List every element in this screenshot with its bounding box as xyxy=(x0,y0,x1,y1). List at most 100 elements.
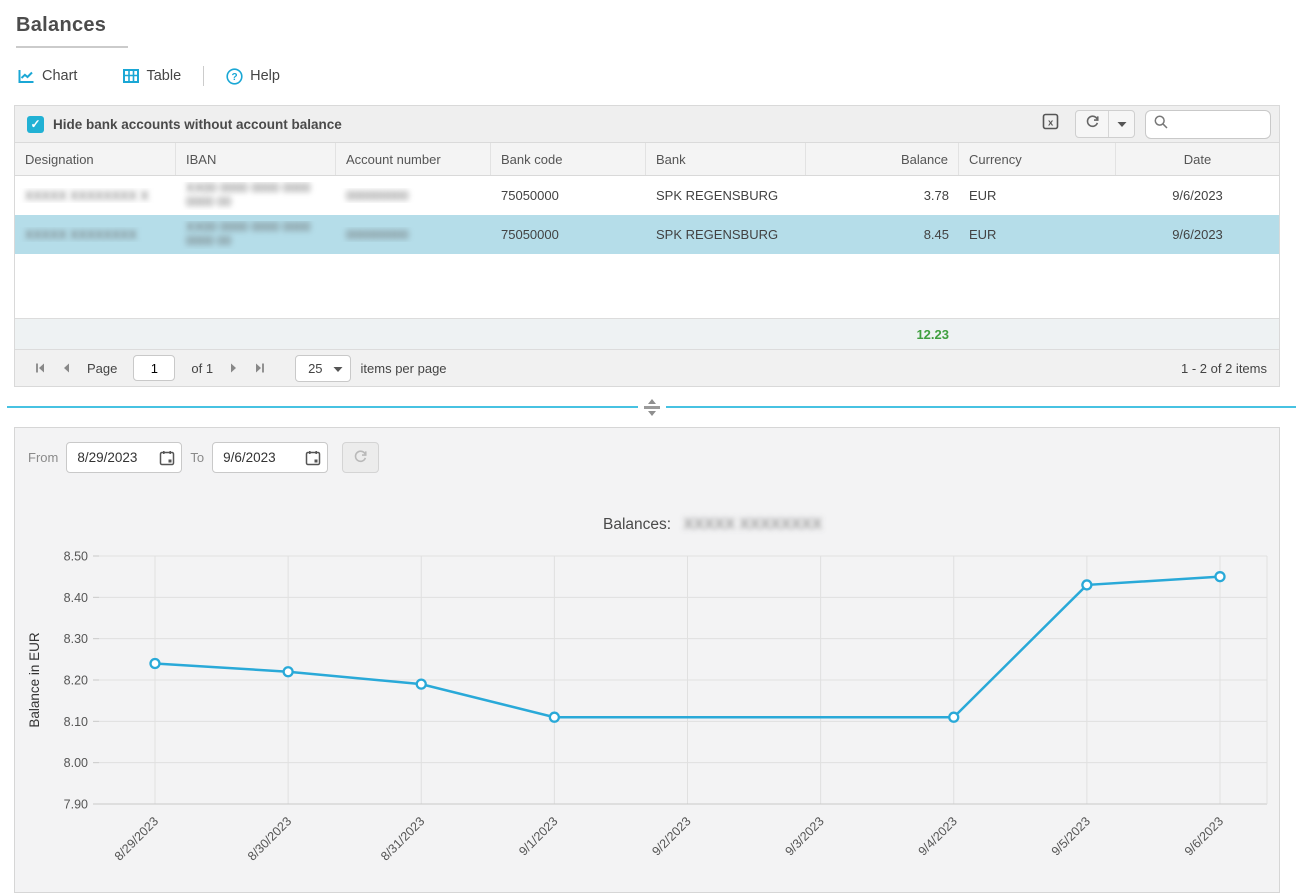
column-header-iban[interactable]: IBAN xyxy=(176,143,336,175)
chart-holder: 7.908.008.108.208.308.408.508/29/20238/3… xyxy=(15,483,1279,894)
calendar-icon[interactable] xyxy=(305,450,321,466)
splitter-grip-bar xyxy=(644,406,660,409)
designation-redacted: XXXXX XXXXXXXX X xyxy=(25,189,149,203)
refresh-split-button xyxy=(1075,110,1135,138)
page-number-input[interactable] xyxy=(133,355,175,381)
svg-text:9/3/2023: 9/3/2023 xyxy=(782,814,826,858)
balance-line-chart: 7.908.008.108.208.308.408.508/29/20238/3… xyxy=(15,483,1279,891)
bank-cell: SPK REGENSBURG xyxy=(646,227,806,242)
page-of-label: of 1 xyxy=(191,361,213,376)
from-date-field xyxy=(66,442,182,473)
balances-grid: ✓ Hide bank accounts without account bal… xyxy=(14,105,1280,387)
page-size-select[interactable]: 25 xyxy=(295,355,350,382)
balance-total: 12.23 xyxy=(806,327,959,342)
items-per-page-label: items per page xyxy=(361,361,447,376)
next-page-button[interactable] xyxy=(221,355,247,381)
title-underline xyxy=(16,46,128,48)
hide-accounts-checkbox[interactable]: ✓ xyxy=(27,116,44,133)
currency-cell: EUR xyxy=(959,188,1116,203)
export-excel-button[interactable]: x xyxy=(1035,110,1065,138)
svg-text:8.40: 8.40 xyxy=(64,591,88,605)
column-header-date[interactable]: Date xyxy=(1116,143,1279,175)
splitter-line-left xyxy=(7,406,638,408)
chart-line-icon xyxy=(18,69,35,84)
table-header-row: Designation IBAN Account number Bank cod… xyxy=(15,143,1279,176)
checkmark-icon: ✓ xyxy=(30,117,40,131)
previous-page-button[interactable] xyxy=(53,355,79,381)
calendar-icon[interactable] xyxy=(159,450,175,466)
sum-row: 12.23 xyxy=(15,318,1279,350)
svg-text:Balances: XXXXX XXXXXXXX: Balances: XXXXX XXXXXXXX xyxy=(603,516,823,533)
refresh-options-dropdown[interactable] xyxy=(1108,111,1134,137)
to-date-input[interactable] xyxy=(223,450,299,465)
svg-text:8.10: 8.10 xyxy=(64,715,88,729)
to-date-field xyxy=(212,442,328,473)
excel-export-icon: x xyxy=(1042,113,1059,135)
column-header-bank[interactable]: Bank xyxy=(646,143,806,175)
page-size-value: 25 xyxy=(308,361,322,376)
arrow-up-icon xyxy=(648,399,656,404)
iban-redacted: XX00 0000 0000 0000 xyxy=(186,182,310,195)
svg-text:9/6/2023: 9/6/2023 xyxy=(1182,814,1226,858)
svg-text:7.90: 7.90 xyxy=(64,798,88,812)
chevron-down-icon xyxy=(333,361,343,376)
account-number-redacted: 000000000 xyxy=(346,228,409,242)
balance-cell: 3.78 xyxy=(806,188,959,203)
view-tabs: Chart Table ? Help xyxy=(18,63,1280,89)
svg-text:9/1/2023: 9/1/2023 xyxy=(516,814,560,858)
account-number-redacted: 000000000 xyxy=(346,189,409,203)
to-label: To xyxy=(190,450,204,465)
column-header-account-number[interactable]: Account number xyxy=(336,143,491,175)
splitter-drag-handle[interactable] xyxy=(641,399,663,416)
column-header-balance[interactable]: Balance xyxy=(806,143,959,175)
svg-text:Balance in EUR: Balance in EUR xyxy=(27,632,42,728)
column-header-bank-code[interactable]: Bank code xyxy=(491,143,646,175)
pager-range-label: 1 - 2 of 2 items xyxy=(1181,361,1267,376)
tab-table-label: Table xyxy=(146,68,181,84)
refresh-icon xyxy=(353,449,368,467)
svg-text:8.20: 8.20 xyxy=(64,674,88,688)
tab-chart-label: Chart xyxy=(42,68,77,84)
table-row[interactable]: XXXXX XXXXXXXX X XX00 0000 0000 0000 000… xyxy=(15,176,1279,215)
first-page-button[interactable] xyxy=(27,355,53,381)
pager: Page of 1 25 items per page 1 - 2 of 2 i… xyxy=(15,350,1279,386)
table-grid-icon xyxy=(123,69,139,83)
iban-redacted: XX00 0000 0000 0000 xyxy=(186,221,310,234)
currency-cell: EUR xyxy=(959,227,1116,242)
column-header-currency[interactable]: Currency xyxy=(959,143,1116,175)
svg-text:9/4/2023: 9/4/2023 xyxy=(916,814,960,858)
tab-table[interactable]: Table xyxy=(123,68,181,84)
splitter-line-right xyxy=(666,406,1297,408)
refresh-grid-button[interactable] xyxy=(1076,111,1108,137)
panel-splitter xyxy=(7,387,1296,427)
svg-text:?: ? xyxy=(232,72,238,83)
help-icon: ? xyxy=(226,68,243,85)
table-row-selected[interactable]: XXXXX XXXXXXXX XX00 0000 0000 0000 0000 … xyxy=(15,215,1279,254)
column-header-designation[interactable]: Designation xyxy=(15,143,176,175)
date-range-toolbar: From To xyxy=(15,428,1279,473)
search-icon xyxy=(1154,115,1168,134)
svg-text:9/2/2023: 9/2/2023 xyxy=(649,814,693,858)
tab-help-label: Help xyxy=(250,68,280,84)
bank-code-cell: 75050000 xyxy=(491,188,646,203)
from-date-input[interactable] xyxy=(77,450,153,465)
svg-text:8.50: 8.50 xyxy=(64,550,88,564)
date-cell: 9/6/2023 xyxy=(1116,227,1279,242)
empty-rows-area xyxy=(15,254,1279,318)
svg-text:9/5/2023: 9/5/2023 xyxy=(1049,814,1093,858)
last-page-button[interactable] xyxy=(247,355,273,381)
bank-cell: SPK REGENSBURG xyxy=(646,188,806,203)
from-label: From xyxy=(28,450,58,465)
grid-search-box xyxy=(1145,110,1271,139)
page-label: Page xyxy=(87,361,117,376)
tab-chart[interactable]: Chart xyxy=(18,68,77,84)
tab-help[interactable]: ? Help xyxy=(226,68,280,85)
svg-text:8/30/2023: 8/30/2023 xyxy=(245,814,294,863)
refresh-chart-button[interactable] xyxy=(342,442,379,473)
svg-text:8/29/2023: 8/29/2023 xyxy=(112,814,161,863)
svg-text:x: x xyxy=(1048,118,1054,129)
svg-text:8.00: 8.00 xyxy=(64,756,88,770)
refresh-icon xyxy=(1085,114,1100,134)
tabs-divider xyxy=(203,66,204,86)
grid-search-input[interactable] xyxy=(1174,117,1262,132)
